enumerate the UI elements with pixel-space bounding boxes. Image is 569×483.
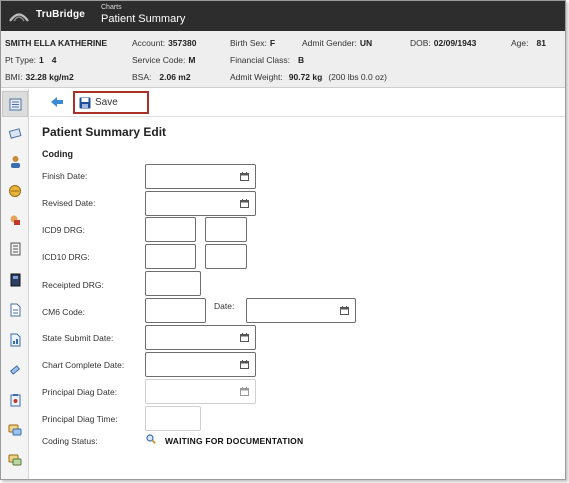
cm6-code-label: CM6 Code:	[42, 307, 85, 317]
coding-status-value: WAITING FOR DOCUMENTATION	[165, 436, 304, 446]
bmi-field: BMI: 32.28 kg/m2	[5, 72, 74, 82]
nav-item-10[interactable]	[6, 361, 24, 379]
icd9-drg-label: ICD9 DRG:	[42, 225, 85, 235]
dob-field: DOB: 02/09/1943	[410, 38, 477, 48]
state-submit-date-input[interactable]	[145, 325, 256, 350]
search-icon[interactable]	[146, 434, 156, 444]
messages-icon	[8, 454, 22, 466]
revised-date-input[interactable]	[145, 191, 256, 216]
application-window: TruBridge Charts Patient Summary SMITH E…	[0, 0, 566, 480]
bsa-field: BSA: 2.06 m2	[132, 72, 191, 82]
financial-class-field: Financial Class: B	[230, 55, 305, 65]
nav-item-3[interactable]	[6, 153, 24, 171]
nav-item-9[interactable]	[6, 331, 24, 349]
icd10-drg-secondary-input[interactable]	[205, 244, 247, 269]
clipboard-icon	[10, 394, 20, 407]
icd9-drg-secondary-input[interactable]	[205, 217, 247, 242]
toolbar: Save	[30, 89, 565, 117]
save-button-label: Save	[95, 97, 118, 108]
birth-sex-field: Birth Sex: F	[230, 38, 276, 48]
chat-icon	[8, 424, 22, 436]
breadcrumb[interactable]: Charts	[101, 4, 122, 11]
principal-diag-time-label: Principal Diag Time:	[42, 414, 118, 424]
summary-icon	[9, 98, 21, 110]
principal-diag-date-input[interactable]	[145, 379, 256, 404]
syringe-icon	[9, 365, 21, 375]
person-icon	[10, 156, 20, 168]
save-button[interactable]: Save	[73, 91, 149, 114]
icd10-drg-input[interactable]	[145, 244, 196, 269]
cm6-code-input[interactable]	[145, 298, 206, 323]
nav-item-6[interactable]	[6, 240, 24, 258]
nav-item-13[interactable]	[6, 451, 24, 469]
finish-date-input[interactable]	[145, 164, 256, 189]
service-code-field: Service Code: M	[132, 55, 196, 65]
left-nav	[1, 89, 29, 479]
nav-item-2[interactable]	[6, 124, 24, 142]
coding-status-label: Coding Status:	[42, 436, 98, 446]
page-icon	[10, 303, 20, 317]
nav-item-12[interactable]	[6, 421, 24, 439]
principal-diag-time-input[interactable]	[145, 406, 201, 431]
icd9-drg-input[interactable]	[145, 217, 196, 242]
notes-icon	[8, 128, 21, 139]
back-arrow-icon[interactable]	[50, 95, 66, 109]
save-icon	[79, 97, 91, 108]
patient-header: SMITH ELLA KATHERINE Account: 357380 Birt…	[1, 31, 565, 88]
calendar-icon[interactable]	[240, 333, 249, 342]
brand-name: TruBridge	[36, 9, 86, 20]
allergy-icon	[10, 215, 20, 225]
report-icon	[10, 333, 20, 347]
state-submit-date-label: State Submit Date:	[42, 333, 114, 343]
receipted-drg-label: Receipted DRG:	[42, 280, 104, 290]
book-icon	[10, 273, 20, 287]
main-content: Patient Summary Edit Coding Finish Date:…	[30, 118, 565, 479]
top-bar: TruBridge Charts Patient Summary	[1, 1, 565, 31]
icd10-drg-label: ICD10 DRG:	[42, 252, 90, 262]
calendar-icon	[240, 387, 249, 396]
pt-type-field: Pt Type: 1 4	[5, 55, 57, 65]
chart-complete-date-label: Chart Complete Date:	[42, 360, 125, 370]
document-icon	[10, 242, 20, 256]
cm6-date-label: Date:	[214, 301, 235, 311]
nav-item-7[interactable]	[6, 271, 24, 289]
pill-icon	[9, 185, 21, 197]
calendar-icon[interactable]	[340, 306, 349, 315]
calendar-icon[interactable]	[240, 172, 249, 181]
calendar-icon[interactable]	[240, 360, 249, 369]
cm6-date-input[interactable]	[246, 298, 356, 323]
account-field: Account: 357380	[132, 38, 197, 48]
nav-item-8[interactable]	[6, 301, 24, 319]
form-title: Patient Summary Edit	[42, 125, 167, 139]
age-field: Age: 81	[511, 38, 546, 48]
section-heading: Coding	[42, 149, 73, 159]
admit-gender-field: Admit Gender: UN	[302, 38, 373, 48]
principal-diag-date-label: Principal Diag Date:	[42, 387, 118, 397]
admit-weight-field: Admit Weight: 90.72 kg (200 lbs 0.0 oz)	[230, 72, 387, 82]
page-title: Patient Summary	[101, 13, 186, 25]
nav-item-4[interactable]	[6, 182, 24, 200]
nav-patient-summary[interactable]	[2, 91, 28, 117]
calendar-icon[interactable]	[240, 199, 249, 208]
patient-name: SMITH ELLA KATHERINE	[5, 38, 107, 48]
nav-item-11[interactable]	[6, 391, 24, 409]
receipted-drg-input[interactable]	[145, 271, 201, 296]
revised-date-label: Revised Date:	[42, 198, 96, 208]
finish-date-label: Finish Date:	[42, 171, 88, 181]
chart-complete-date-input[interactable]	[145, 352, 256, 377]
trubridge-logo-icon	[9, 13, 29, 22]
nav-item-5[interactable]	[6, 211, 24, 229]
